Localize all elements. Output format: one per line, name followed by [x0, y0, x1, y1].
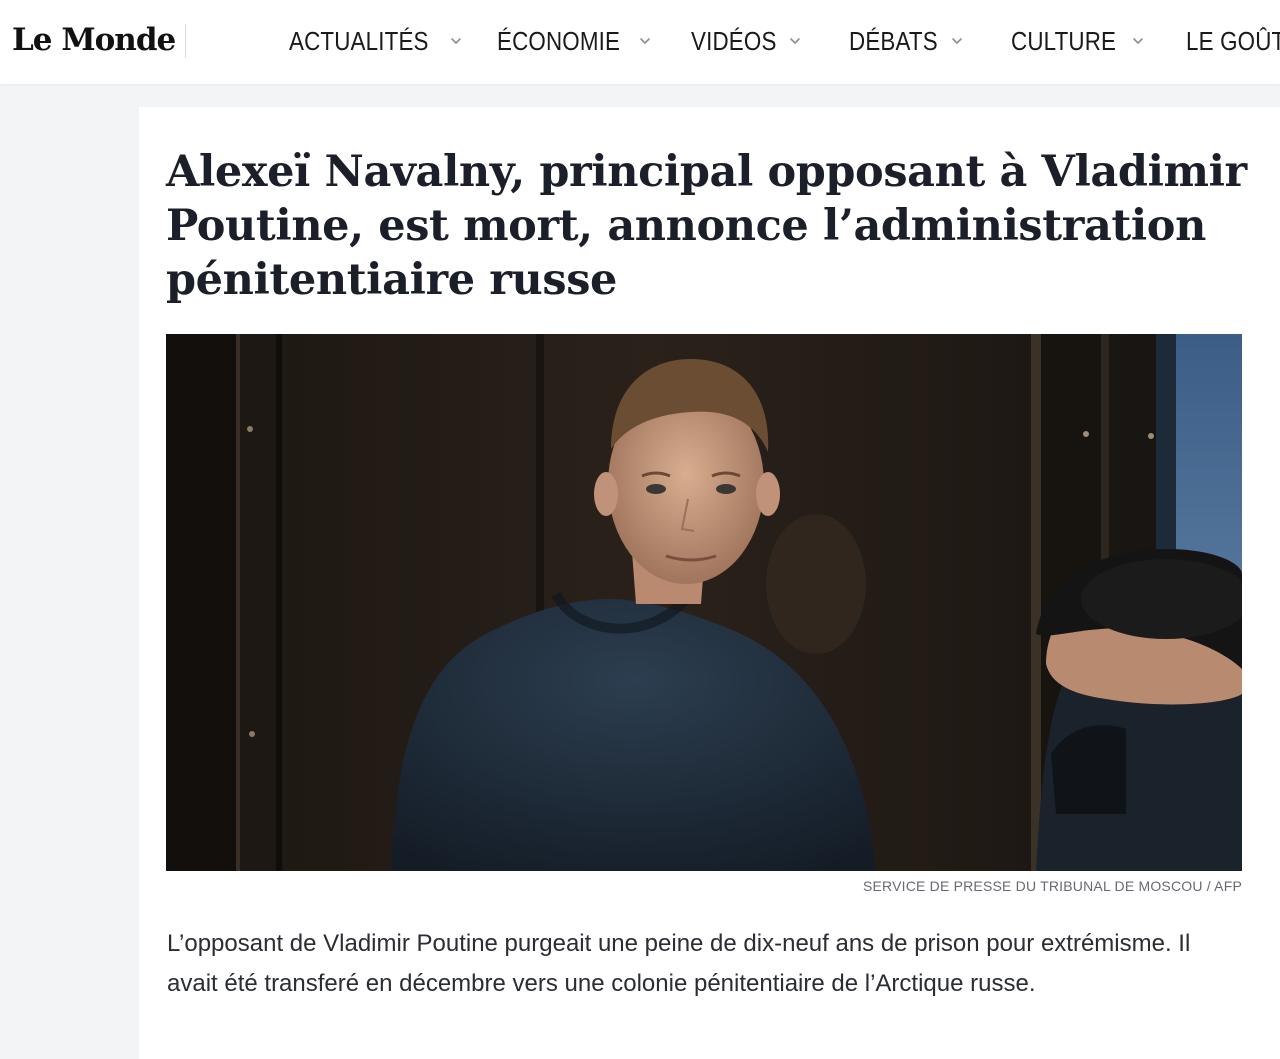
chevron-down-icon [950, 34, 964, 48]
chevron-down-icon [788, 34, 802, 48]
nav-item-culture[interactable]: CULTURE [1011, 24, 1145, 58]
chevron-down-icon [638, 34, 652, 48]
article-lead: L’opposant de Vladimir Poutine purgeait … [167, 930, 1191, 997]
nav-item-debats[interactable]: DÉBATS [849, 24, 964, 58]
header-divider [185, 24, 186, 58]
nav-item-label: VIDÉOS [691, 25, 777, 56]
nav-item-label: LE GOÛT [1186, 25, 1280, 56]
site-header: Le Monde ACTUALITÉS ÉCONOMIE VIDÉOS DÉBA… [0, 0, 1280, 84]
article-photo [166, 334, 1242, 871]
nav-item-label: CULTURE [1011, 25, 1117, 56]
article-headline: Alexeï Navalny, principal opposant à Vla… [166, 147, 1247, 305]
nav-item-label: DÉBATS [849, 25, 938, 56]
article-container: Alexeï Navalny, principal opposant à Vla… [139, 107, 1280, 1059]
chevron-down-icon [1131, 34, 1145, 48]
nav-item-label: ÉCONOMIE [497, 25, 621, 56]
le-monde-logo[interactable]: Le Monde [12, 20, 176, 60]
photo-credit: SERVICE DE PRESSE DU TRIBUNAL DE MOSCOU … [862, 878, 1242, 894]
nav-item-videos[interactable]: VIDÉOS [691, 24, 802, 58]
chevron-down-icon [449, 34, 463, 48]
nav-item-le-gout[interactable]: LE GOÛT [1186, 24, 1280, 58]
nav-item-actualites[interactable]: ACTUALITÉS [289, 24, 463, 58]
nav-item-economie[interactable]: ÉCONOMIE [497, 24, 652, 58]
nav-item-label: ACTUALITÉS [289, 25, 429, 56]
